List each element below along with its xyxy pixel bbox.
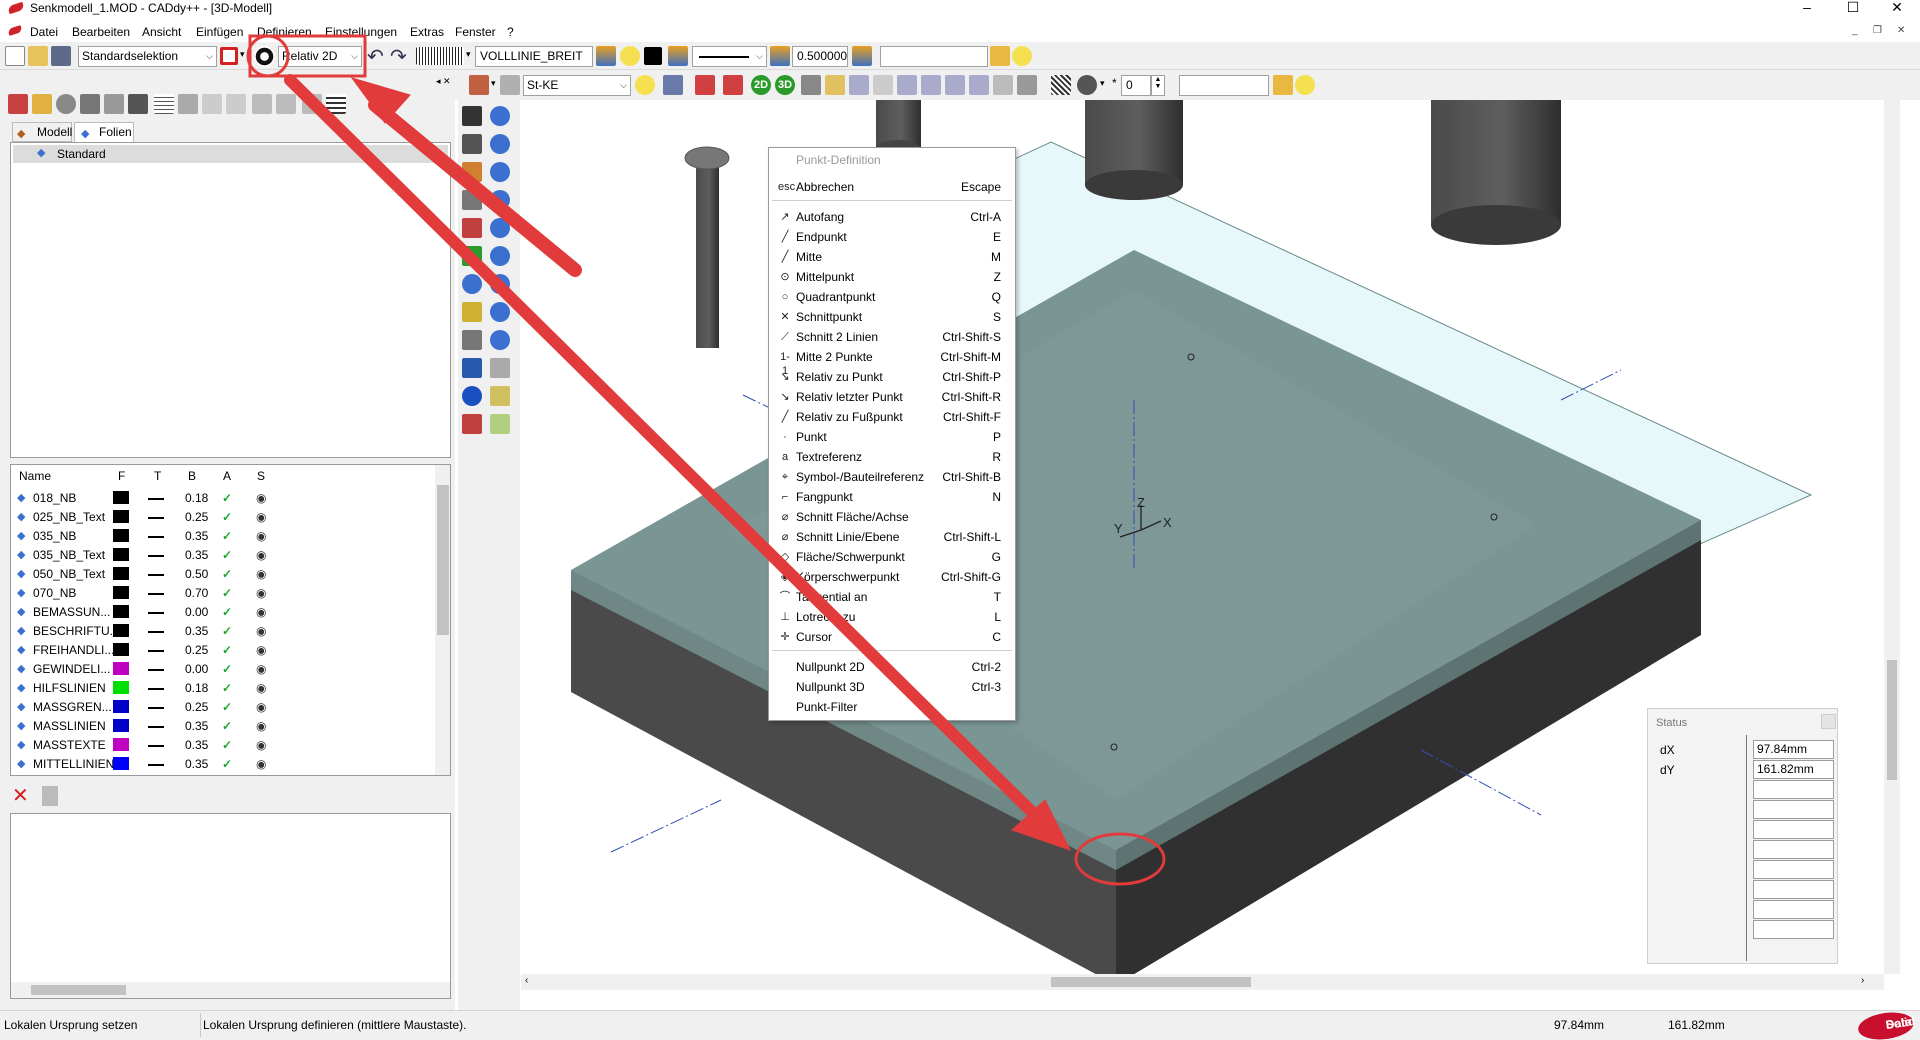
annotation-arrow-short-head [350, 77, 411, 124]
annotation-circle-target [1074, 832, 1166, 886]
status-dy: 161.82mm [1668, 1018, 1725, 1032]
status-message: Lokalen Ursprung definieren (mittlere Ma… [203, 1018, 467, 1032]
datasolid-logo: Data Solid [1856, 1009, 1916, 1040]
annotation-arrow-long-line [284, 74, 1048, 828]
logo-bottom-text: Solid [1884, 1013, 1916, 1032]
status-divider [200, 1013, 201, 1037]
annotation-highlight-box [248, 34, 367, 78]
status-left-text: Lokalen Ursprung setzen [4, 1018, 138, 1032]
status-dx: 97.84mm [1554, 1018, 1605, 1032]
cad-application-window: Senkmodell_1.MOD - CADdy++ - [3D-Modell]… [0, 0, 1920, 1040]
annotation-overlay [246, 34, 1166, 886]
annotation-circle-origin [246, 34, 290, 78]
status-bar: Lokalen Ursprung setzen Lokalen Ursprung… [0, 1009, 1920, 1040]
